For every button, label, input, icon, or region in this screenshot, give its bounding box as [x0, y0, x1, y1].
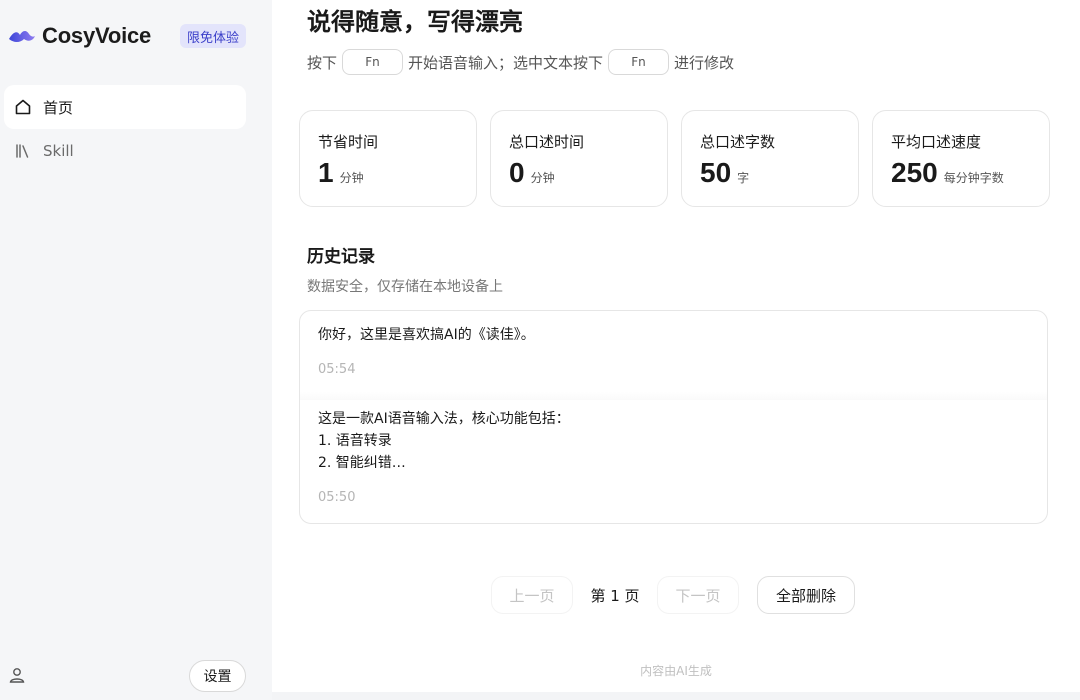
history-list: 你好，这里是喜欢搞AI的《读佳》。 05:54 这是一款AI语音输入法，核心功能… — [299, 310, 1048, 524]
stat-unit: 每分钟字数 — [943, 171, 1004, 185]
hint-middle: 开始语音输入；选中文本按下 — [408, 53, 604, 72]
stat-card-average-speed: 平均口述速度 250 每分钟字数 — [872, 110, 1050, 207]
stat-label: 总口述字数 — [700, 133, 776, 151]
stat-value: 1 分钟 — [318, 157, 364, 189]
main-content: 说得随意，写得漂亮 按下 Fn 开始语音输入；选中文本按下 Fn 进行修改 节省… — [272, 0, 1080, 700]
cosyvoice-logo-icon — [8, 26, 36, 46]
home-icon — [14, 98, 32, 116]
bottom-bar — [272, 692, 1080, 700]
fn-key-badge: Fn — [608, 49, 670, 75]
stat-value: 250 每分钟字数 — [891, 157, 1004, 189]
next-page-button[interactable]: 下一页 — [657, 576, 739, 614]
ai-generated-note: 内容由AI生成 — [640, 664, 712, 678]
stat-card-saved-time: 节省时间 1 分钟 — [299, 110, 477, 207]
stat-label: 总口述时间 — [509, 133, 585, 151]
history-entry-text: 这是一款AI语音输入法，核心功能包括： 1. 语音转录 2. 智能纠错… — [318, 411, 570, 471]
stat-number: 0 — [509, 157, 525, 188]
delete-all-button[interactable]: 全部删除 — [757, 576, 855, 614]
stat-card-total-dictation-time: 总口述时间 0 分钟 — [490, 110, 668, 207]
stat-label: 平均口述速度 — [891, 133, 982, 151]
stat-unit: 分钟 — [530, 171, 555, 185]
brand-name: CosyVoice — [42, 23, 152, 48]
history-subtitle: 数据安全，仅存储在本地设备上 — [307, 279, 503, 295]
library-icon — [14, 142, 32, 160]
stat-number: 1 — [318, 157, 334, 188]
page-title: 说得随意，写得漂亮 — [307, 8, 523, 36]
stat-number: 50 — [700, 157, 732, 188]
stat-number: 250 — [891, 157, 938, 188]
list-item[interactable]: 这是一款AI语音输入法，核心功能包括： 1. 语音转录 2. 智能纠错… 05:… — [318, 408, 1018, 505]
history-entry-time: 05:50 — [318, 490, 356, 505]
history-title: 历史记录 — [307, 247, 375, 267]
stat-value: 50 字 — [700, 157, 749, 189]
stat-value: 0 分钟 — [509, 157, 555, 189]
list-item[interactable]: 你好，这里是喜欢搞AI的《读佳》。 05:54 — [318, 324, 1018, 377]
prev-page-button[interactable]: 上一页 — [491, 576, 573, 614]
hint-prefix: 按下 — [307, 53, 338, 72]
sidebar-item-skill[interactable]: Skill — [4, 129, 246, 173]
stat-card-total-words: 总口述字数 50 字 — [681, 110, 859, 207]
settings-button[interactable]: 设置 — [189, 660, 246, 692]
stat-unit: 字 — [737, 171, 750, 185]
brand: CosyVoice 限免体验 — [8, 20, 258, 52]
history-entry-text: 你好，这里是喜欢搞AI的《读佳》。 — [318, 327, 535, 343]
user-icon[interactable] — [8, 666, 26, 684]
page-indicator: 第 1 页 — [590, 586, 640, 605]
free-trial-badge: 限免体验 — [180, 24, 247, 48]
shortcut-hint: 按下 Fn 开始语音输入；选中文本按下 Fn 进行修改 — [307, 48, 734, 76]
history-entry-time: 05:54 — [318, 362, 356, 377]
hint-suffix: 进行修改 — [674, 53, 735, 72]
sidebar-item-label: Skill — [43, 142, 74, 160]
stat-unit: 分钟 — [339, 171, 364, 185]
fn-key-badge: Fn — [342, 49, 404, 75]
entry-divider — [300, 392, 1047, 400]
sidebar-item-home[interactable]: 首页 — [4, 85, 246, 129]
stat-label: 节省时间 — [318, 133, 379, 151]
sidebar: CosyVoice 限免体验 首页 Skill 设置 — [0, 0, 272, 700]
sidebar-item-label: 首页 — [43, 98, 74, 117]
